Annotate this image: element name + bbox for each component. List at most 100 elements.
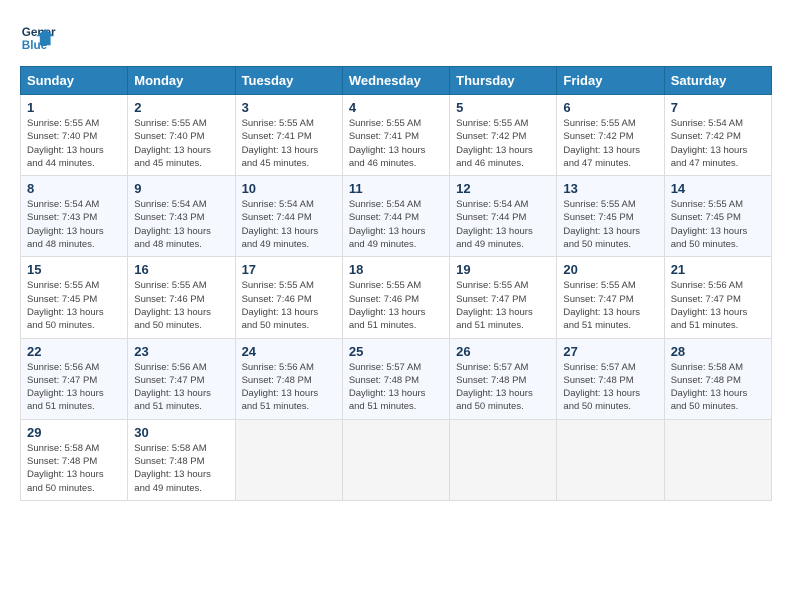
calendar-cell [235,419,342,500]
calendar-cell: 30 Sunrise: 5:58 AM Sunset: 7:48 PM Dayli… [128,419,235,500]
day-number: 15 [27,262,121,277]
day-number: 29 [27,425,121,440]
week-row-2: 8Sunrise: 5:54 AM Sunset: 7:43 PM Daylig… [21,176,772,257]
day-number: 3 [242,100,336,115]
cell-info: Sunrise: 5:55 AM Sunset: 7:46 PM Dayligh… [134,279,228,332]
calendar-cell: 6 Sunrise: 5:55 AM Sunset: 7:42 PM Daylig… [557,95,664,176]
cell-info: Sunrise: 5:54 AM Sunset: 7:44 PM Dayligh… [456,198,550,251]
calendar-cell: 28 Sunrise: 5:58 AM Sunset: 7:48 PM Dayli… [664,338,771,419]
day-number: 12 [456,181,550,196]
calendar-cell: 12 Sunrise: 5:54 AM Sunset: 7:44 PM Dayli… [450,176,557,257]
day-number: 17 [242,262,336,277]
calendar-cell: 22Sunrise: 5:56 AM Sunset: 7:47 PM Dayli… [21,338,128,419]
calendar-cell: 13 Sunrise: 5:55 AM Sunset: 7:45 PM Dayli… [557,176,664,257]
cell-info: Sunrise: 5:57 AM Sunset: 7:48 PM Dayligh… [563,361,657,414]
page-header: General Blue [20,20,772,56]
cell-info: Sunrise: 5:55 AM Sunset: 7:45 PM Dayligh… [671,198,765,251]
calendar-cell: 16 Sunrise: 5:55 AM Sunset: 7:46 PM Dayli… [128,257,235,338]
cell-info: Sunrise: 5:55 AM Sunset: 7:47 PM Dayligh… [456,279,550,332]
weekday-row: SundayMondayTuesdayWednesdayThursdayFrid… [21,67,772,95]
calendar-header: SundayMondayTuesdayWednesdayThursdayFrid… [21,67,772,95]
day-number: 4 [349,100,443,115]
calendar-cell: 15 Sunrise: 5:55 AM Sunset: 7:45 PM Dayli… [21,257,128,338]
cell-info: Sunrise: 5:55 AM Sunset: 7:47 PM Dayligh… [563,279,657,332]
cell-info: Sunrise: 5:55 AM Sunset: 7:46 PM Dayligh… [242,279,336,332]
cell-info: Sunrise: 5:55 AM Sunset: 7:45 PM Dayligh… [563,198,657,251]
weekday-header-saturday: Saturday [664,67,771,95]
calendar-cell: 24 Sunrise: 5:56 AM Sunset: 7:48 PM Dayli… [235,338,342,419]
day-number: 5 [456,100,550,115]
calendar-body: 1 Sunrise: 5:55 AM Sunset: 7:40 PM Daylig… [21,95,772,501]
day-number: 28 [671,344,765,359]
calendar-cell: 3 Sunrise: 5:55 AM Sunset: 7:41 PM Daylig… [235,95,342,176]
calendar-cell: 2Sunrise: 5:55 AM Sunset: 7:40 PM Daylig… [128,95,235,176]
cell-info: Sunrise: 5:55 AM Sunset: 7:41 PM Dayligh… [242,117,336,170]
weekday-header-tuesday: Tuesday [235,67,342,95]
day-number: 7 [671,100,765,115]
day-number: 13 [563,181,657,196]
cell-info: Sunrise: 5:55 AM Sunset: 7:46 PM Dayligh… [349,279,443,332]
week-row-5: 29 Sunrise: 5:58 AM Sunset: 7:48 PM Dayli… [21,419,772,500]
day-number: 26 [456,344,550,359]
day-number: 14 [671,181,765,196]
cell-info: Sunrise: 5:57 AM Sunset: 7:48 PM Dayligh… [349,361,443,414]
day-number: 8 [27,181,121,196]
day-number: 20 [563,262,657,277]
cell-info: Sunrise: 5:55 AM Sunset: 7:40 PM Dayligh… [27,117,121,170]
cell-info: Sunrise: 5:56 AM Sunset: 7:47 PM Dayligh… [671,279,765,332]
calendar-cell: 20 Sunrise: 5:55 AM Sunset: 7:47 PM Dayli… [557,257,664,338]
week-row-4: 22Sunrise: 5:56 AM Sunset: 7:47 PM Dayli… [21,338,772,419]
day-number: 16 [134,262,228,277]
day-number: 18 [349,262,443,277]
calendar-cell: 11 Sunrise: 5:54 AM Sunset: 7:44 PM Dayli… [342,176,449,257]
calendar-cell: 8Sunrise: 5:54 AM Sunset: 7:43 PM Daylig… [21,176,128,257]
cell-info: Sunrise: 5:56 AM Sunset: 7:48 PM Dayligh… [242,361,336,414]
cell-info: Sunrise: 5:57 AM Sunset: 7:48 PM Dayligh… [456,361,550,414]
svg-text:General: General [22,26,56,39]
calendar-cell [557,419,664,500]
calendar-cell: 26 Sunrise: 5:57 AM Sunset: 7:48 PM Dayli… [450,338,557,419]
cell-info: Sunrise: 5:55 AM Sunset: 7:41 PM Dayligh… [349,117,443,170]
cell-info: Sunrise: 5:54 AM Sunset: 7:44 PM Dayligh… [242,198,336,251]
day-number: 19 [456,262,550,277]
weekday-header-wednesday: Wednesday [342,67,449,95]
cell-info: Sunrise: 5:58 AM Sunset: 7:48 PM Dayligh… [671,361,765,414]
calendar-cell: 5Sunrise: 5:55 AM Sunset: 7:42 PM Daylig… [450,95,557,176]
calendar-cell: 10Sunrise: 5:54 AM Sunset: 7:44 PM Dayli… [235,176,342,257]
day-number: 30 [134,425,228,440]
calendar-cell: 14 Sunrise: 5:55 AM Sunset: 7:45 PM Dayli… [664,176,771,257]
logo: General Blue [20,20,56,56]
day-number: 21 [671,262,765,277]
cell-info: Sunrise: 5:55 AM Sunset: 7:42 PM Dayligh… [563,117,657,170]
day-number: 6 [563,100,657,115]
calendar-cell: 17 Sunrise: 5:55 AM Sunset: 7:46 PM Dayli… [235,257,342,338]
day-number: 2 [134,100,228,115]
weekday-header-thursday: Thursday [450,67,557,95]
calendar-cell: 25Sunrise: 5:57 AM Sunset: 7:48 PM Dayli… [342,338,449,419]
calendar-cell [450,419,557,500]
calendar-cell: 27 Sunrise: 5:57 AM Sunset: 7:48 PM Dayli… [557,338,664,419]
day-number: 23 [134,344,228,359]
day-number: 22 [27,344,121,359]
calendar-cell: 18 Sunrise: 5:55 AM Sunset: 7:46 PM Dayli… [342,257,449,338]
week-row-3: 15 Sunrise: 5:55 AM Sunset: 7:45 PM Dayli… [21,257,772,338]
cell-info: Sunrise: 5:54 AM Sunset: 7:44 PM Dayligh… [349,198,443,251]
calendar-cell: 19 Sunrise: 5:55 AM Sunset: 7:47 PM Dayli… [450,257,557,338]
calendar-cell: 21 Sunrise: 5:56 AM Sunset: 7:47 PM Dayli… [664,257,771,338]
calendar-cell: 7Sunrise: 5:54 AM Sunset: 7:42 PM Daylig… [664,95,771,176]
weekday-header-monday: Monday [128,67,235,95]
cell-info: Sunrise: 5:55 AM Sunset: 7:45 PM Dayligh… [27,279,121,332]
calendar-cell: 29Sunrise: 5:58 AM Sunset: 7:48 PM Dayli… [21,419,128,500]
calendar-cell: 23Sunrise: 5:56 AM Sunset: 7:47 PM Dayli… [128,338,235,419]
cell-info: Sunrise: 5:58 AM Sunset: 7:48 PM Dayligh… [134,442,228,495]
weekday-header-friday: Friday [557,67,664,95]
day-number: 24 [242,344,336,359]
day-number: 9 [134,181,228,196]
calendar-cell [664,419,771,500]
calendar-cell [342,419,449,500]
day-number: 27 [563,344,657,359]
weekday-header-sunday: Sunday [21,67,128,95]
calendar-cell: 1 Sunrise: 5:55 AM Sunset: 7:40 PM Daylig… [21,95,128,176]
day-number: 1 [27,100,121,115]
day-number: 11 [349,181,443,196]
